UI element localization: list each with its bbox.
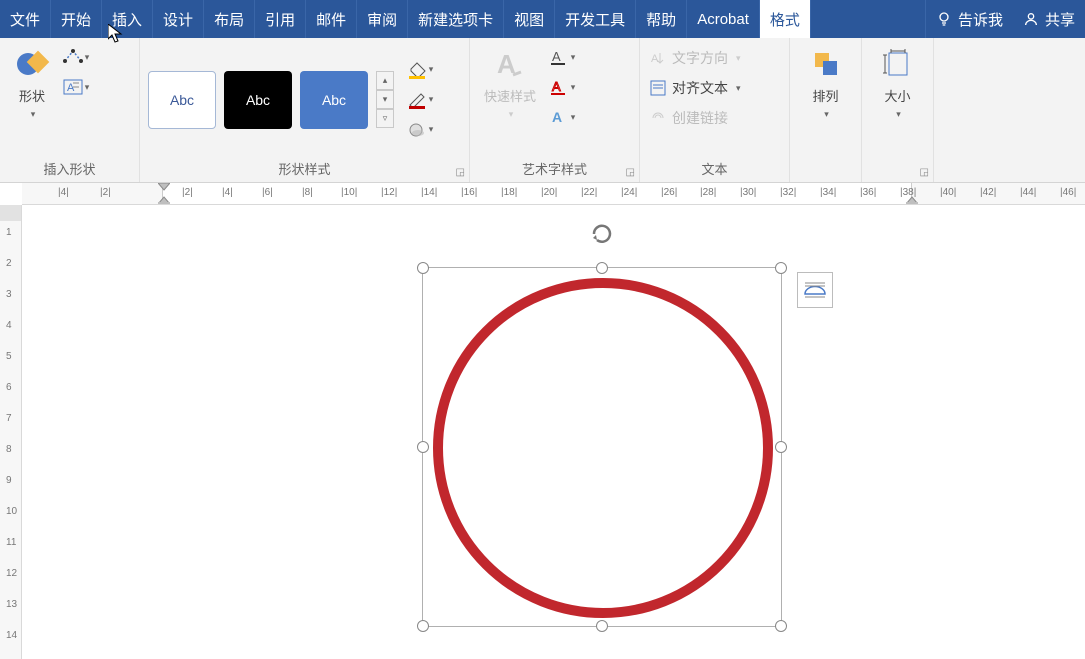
tell-me[interactable]: 告诉我 bbox=[926, 0, 1013, 38]
resize-handle[interactable] bbox=[417, 441, 429, 453]
arrange-icon bbox=[808, 46, 844, 82]
text-outline-icon: A bbox=[549, 78, 569, 96]
resize-handle[interactable] bbox=[596, 262, 608, 274]
textbox-icon: A bbox=[63, 79, 83, 95]
gallery-more-button[interactable]: ▿ bbox=[376, 109, 394, 128]
svg-text:A: A bbox=[67, 82, 75, 94]
menu-developer[interactable]: 开发工具 bbox=[555, 0, 636, 38]
wordart-icon: A bbox=[492, 46, 528, 82]
layout-options-icon bbox=[803, 280, 827, 300]
dialog-launcher-icon[interactable]: ◲ bbox=[456, 167, 465, 178]
edit-shape-button[interactable]: ▾ bbox=[60, 44, 92, 70]
gallery-up-button[interactable]: ▴ bbox=[376, 71, 394, 90]
circle-shape[interactable] bbox=[433, 278, 773, 618]
style-preset-3[interactable]: Abc bbox=[300, 71, 368, 129]
arrange-button[interactable]: 排列 ▾ bbox=[802, 44, 850, 122]
style-preset-1[interactable]: Abc bbox=[148, 71, 216, 129]
resize-handle[interactable] bbox=[417, 262, 429, 274]
gallery-down-button[interactable]: ▾ bbox=[376, 90, 394, 109]
menu-review[interactable]: 审阅 bbox=[357, 0, 408, 38]
svg-text:A: A bbox=[552, 49, 561, 64]
right-indent-icon[interactable] bbox=[906, 194, 918, 204]
share-button[interactable]: 共享 bbox=[1013, 0, 1085, 38]
shape-effects-button[interactable]: ▾ bbox=[404, 117, 436, 143]
dialog-launcher-icon[interactable]: ◲ bbox=[920, 167, 929, 178]
group-label-insert-shapes: 插入形状 bbox=[8, 155, 131, 180]
first-line-indent-icon[interactable] bbox=[158, 183, 170, 191]
paint-bucket-icon bbox=[407, 61, 427, 79]
ruler-horizontal[interactable]: |4||2||2||4||6||8||10||12||14||16||18||2… bbox=[22, 183, 1085, 205]
layout-options-button[interactable] bbox=[797, 272, 833, 308]
link-icon bbox=[650, 110, 666, 126]
text-outline-button[interactable]: A▾ bbox=[546, 74, 578, 100]
group-shape-styles: Abc Abc Abc ▴ ▾ ▿ ▾ ▾ ▾ 形状样式◲ bbox=[140, 38, 470, 182]
text-direction-icon: A bbox=[650, 50, 666, 66]
ruler-vertical[interactable]: 1234567891011121314 bbox=[0, 205, 22, 659]
group-label-shape-styles: 形状样式◲ bbox=[148, 155, 461, 180]
menu-references[interactable]: 引用 bbox=[255, 0, 306, 38]
dialog-launcher-icon[interactable]: ◲ bbox=[626, 167, 635, 178]
shapes-gallery-button[interactable]: 形状 ▾ bbox=[8, 44, 56, 122]
shape-outline-button[interactable]: ▾ bbox=[404, 87, 436, 113]
resize-handle[interactable] bbox=[417, 620, 429, 632]
group-arrange: 排列 ▾ bbox=[790, 38, 862, 182]
lightbulb-icon bbox=[936, 11, 952, 27]
menu-home[interactable]: 开始 bbox=[51, 0, 102, 38]
group-text: A文字方向▾ 对齐文本▾ 创建链接 文本 bbox=[640, 38, 790, 182]
svg-text:A: A bbox=[552, 109, 562, 125]
create-link-button: 创建链接 bbox=[648, 104, 743, 132]
group-wordart-styles: A 快速样式 ▾ A▾ A▾ A▾ 艺术字样式◲ bbox=[470, 38, 640, 182]
size-button[interactable]: 大小 ▾ bbox=[874, 44, 922, 122]
group-size: 大小 ▾ ◲ bbox=[862, 38, 934, 182]
menu-layout[interactable]: 布局 bbox=[204, 0, 255, 38]
style-preset-2[interactable]: Abc bbox=[224, 71, 292, 129]
selection-box[interactable] bbox=[422, 267, 782, 627]
text-effects-button[interactable]: A▾ bbox=[546, 104, 578, 130]
shape-fill-button[interactable]: ▾ bbox=[404, 57, 436, 83]
rotate-handle-icon[interactable] bbox=[588, 220, 616, 248]
menu-help[interactable]: 帮助 bbox=[636, 0, 687, 38]
menu-bar: 文件 开始 插入 设计 布局 引用 邮件 审阅 新建选项卡 视图 开发工具 帮助… bbox=[0, 0, 1085, 38]
svg-text:A: A bbox=[651, 53, 659, 65]
align-text-button[interactable]: 对齐文本▾ bbox=[648, 74, 743, 102]
text-effects-icon: A bbox=[549, 108, 569, 126]
menu-acrobat[interactable]: Acrobat bbox=[687, 0, 760, 38]
text-direction-button: A文字方向▾ bbox=[648, 44, 743, 72]
group-label-size: ◲ bbox=[870, 174, 925, 180]
person-icon bbox=[1023, 11, 1039, 27]
text-fill-icon: A bbox=[549, 48, 569, 66]
quick-styles-button: A 快速样式 ▾ bbox=[478, 44, 542, 122]
group-label-wordart: 艺术字样式◲ bbox=[478, 155, 631, 180]
menu-newtab[interactable]: 新建选项卡 bbox=[408, 0, 504, 38]
menu-view[interactable]: 视图 bbox=[504, 0, 555, 38]
menu-file[interactable]: 文件 bbox=[0, 0, 51, 38]
resize-handle[interactable] bbox=[775, 620, 787, 632]
svg-text:A: A bbox=[552, 79, 561, 94]
effects-icon bbox=[407, 121, 427, 139]
group-label-text: 文本 bbox=[648, 155, 781, 180]
text-fill-button[interactable]: A▾ bbox=[546, 44, 578, 70]
menu-design[interactable]: 设计 bbox=[153, 0, 204, 38]
text-box-button[interactable]: A▾ bbox=[60, 74, 92, 100]
hanging-indent-icon[interactable] bbox=[158, 194, 170, 204]
menu-mailings[interactable]: 邮件 bbox=[306, 0, 357, 38]
shape-style-gallery[interactable]: Abc Abc Abc ▴ ▾ ▿ bbox=[148, 71, 394, 129]
resize-handle[interactable] bbox=[775, 262, 787, 274]
pen-outline-icon bbox=[407, 91, 427, 109]
align-text-icon bbox=[650, 80, 666, 96]
document-canvas[interactable] bbox=[22, 205, 1085, 659]
group-label-arrange bbox=[798, 174, 853, 180]
resize-handle[interactable] bbox=[596, 620, 608, 632]
ribbon: 形状 ▾ ▾ A▾ 插入形状 Abc Abc Abc ▴ ▾ ▿ bbox=[0, 38, 1085, 183]
edit-points-icon bbox=[63, 49, 83, 65]
menu-insert[interactable]: 插入 bbox=[102, 0, 153, 38]
size-icon bbox=[880, 46, 916, 82]
group-insert-shapes: 形状 ▾ ▾ A▾ 插入形状 bbox=[0, 38, 140, 182]
resize-handle[interactable] bbox=[775, 441, 787, 453]
menu-format[interactable]: 格式 bbox=[760, 0, 811, 38]
shapes-icon bbox=[14, 46, 50, 82]
